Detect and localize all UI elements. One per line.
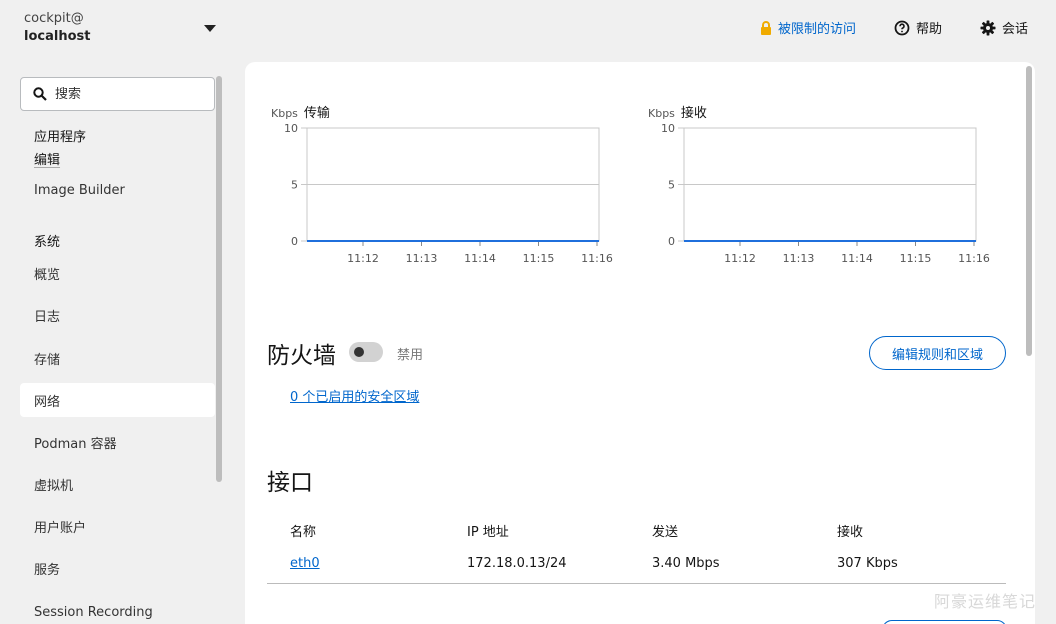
sidebar-item-logs[interactable]: 日志 (20, 298, 215, 332)
y-tick-label: 5 (291, 179, 298, 192)
column-header-recv: 接收 (837, 525, 864, 540)
host-switcher[interactable]: cockpit@ localhost (24, 11, 90, 47)
sidebar-item-accounts[interactable]: 用户账户 (20, 509, 215, 543)
x-tick-label: 11:15 (900, 252, 932, 265)
y-tick-label: 10 (284, 122, 298, 135)
gear-icon (980, 20, 996, 35)
main-scrollbar[interactable] (1026, 66, 1032, 356)
sidebar-item-session-recording[interactable]: Session Recording (20, 595, 215, 624)
edit-rules-button[interactable]: 编辑规则和区域 (869, 336, 1006, 370)
column-header-name: 名称 (290, 525, 317, 540)
nav-group-apps: 应用程序 编辑 (34, 126, 86, 168)
partial-button[interactable] (882, 620, 1007, 624)
column-header-ip: IP 地址 (467, 525, 509, 540)
nav-group-system: 系统 (34, 235, 61, 250)
data-point (973, 240, 975, 242)
receive-chart: 10 5 0 11:12 11:13 11:14 11:15 11:16 (661, 122, 990, 265)
help-icon (894, 20, 910, 35)
nav-group-apps-label: 应用程序 (34, 130, 87, 145)
host-name: localhost (24, 29, 91, 44)
transmit-chart-title: Kbps 传输 (271, 102, 330, 121)
y-tick-label: 0 (291, 235, 298, 248)
data-point (537, 240, 540, 242)
sidebar-item-networking[interactable]: 网络 (20, 383, 215, 417)
sidebar-item-storage[interactable]: 存储 (20, 341, 215, 375)
limited-access-label: 被限制的访问 (777, 22, 856, 37)
data-point (797, 240, 800, 242)
lock-icon (760, 20, 771, 35)
sidebar-item-services[interactable]: 服务 (20, 551, 215, 585)
firewall-toggle[interactable] (349, 342, 383, 362)
interface-send: 3.40 Mbps (652, 556, 720, 571)
x-tick-label: 11:15 (523, 252, 555, 265)
help-label: 帮助 (915, 22, 942, 37)
data-point (739, 240, 741, 242)
interface-recv: 307 Kbps (837, 556, 898, 571)
receive-unit: Kbps (648, 107, 675, 120)
session-button[interactable]: 会话 (980, 18, 1028, 37)
y-tick-label: 0 (668, 235, 675, 248)
interface-ip: 172.18.0.13/24 (467, 556, 567, 571)
x-tick-label: 11:13 (783, 252, 815, 265)
table-row-divider (267, 583, 1006, 584)
watermark: 阿豪运维笔记 (933, 592, 1036, 611)
column-header-send: 发送 (652, 525, 679, 540)
sidebar-item-podman[interactable]: Podman 容器 (20, 425, 215, 459)
sidebar-item-vms[interactable]: 虚拟机 (20, 467, 215, 501)
data-point (914, 240, 917, 242)
transmit-chart: 10 5 0 11:12 11:13 11:14 11:15 11:16 (284, 122, 613, 265)
session-label: 会话 (1001, 22, 1028, 37)
sidebar-scrollbar[interactable] (216, 76, 222, 482)
sidebar-item-overview[interactable]: 概览 (20, 256, 215, 290)
apps-edit-link[interactable]: 编辑 (34, 149, 86, 168)
x-tick-label: 11:14 (841, 252, 873, 265)
y-tick-label: 10 (661, 122, 675, 135)
x-tick-label: 11:14 (464, 252, 496, 265)
x-tick-label: 11:16 (958, 252, 990, 265)
interface-name-link[interactable]: eth0 (290, 556, 320, 571)
firewall-toggle-label: 禁用 (397, 348, 424, 363)
x-tick-label: 11:13 (406, 252, 438, 265)
search-box[interactable] (20, 77, 215, 111)
data-point (479, 240, 481, 242)
y-tick-label: 5 (668, 179, 675, 192)
receive-chart-title: Kbps 接收 (648, 102, 707, 121)
active-zones-link[interactable]: 0 个已启用的安全区域 (290, 386, 419, 405)
help-button[interactable]: 帮助 (894, 18, 942, 37)
transmit-label: 传输 (303, 106, 330, 121)
search-icon (33, 87, 47, 101)
x-tick-label: 11:16 (581, 252, 613, 265)
receive-label: 接收 (680, 106, 707, 121)
sidebar: 应用程序 编辑 Image Builder 系统 概览 日志 存储 网络 Pod… (0, 62, 232, 624)
host-user: cockpit@ (24, 11, 84, 26)
transmit-unit: Kbps (271, 107, 298, 120)
sidebar-item-image-builder[interactable]: Image Builder (20, 173, 215, 207)
toggle-knob (354, 347, 364, 357)
interfaces-title: 接口 (267, 470, 313, 496)
data-point (596, 240, 598, 242)
x-tick-label: 11:12 (724, 252, 756, 265)
limited-access-button[interactable]: 被限制的访问 (760, 18, 856, 37)
data-point (362, 240, 364, 242)
x-tick-label: 11:12 (347, 252, 379, 265)
top-nav: 被限制的访问 帮助 会话 (760, 18, 1028, 37)
firewall-title: 防火墙 (267, 343, 336, 369)
data-point (420, 240, 423, 242)
search-input[interactable] (55, 86, 195, 102)
chevron-down-icon[interactable] (204, 25, 216, 32)
data-point (856, 240, 858, 242)
